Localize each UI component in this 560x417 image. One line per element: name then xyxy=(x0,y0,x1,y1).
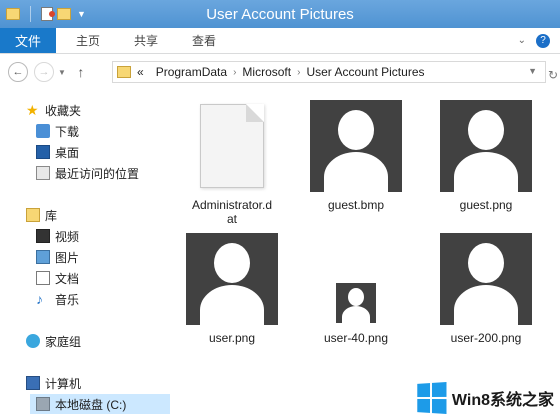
quick-access-toolbar: ▼ xyxy=(0,6,86,22)
drive-icon xyxy=(36,397,50,411)
user-picture-thumbnail xyxy=(440,100,532,192)
help-icon[interactable]: ? xyxy=(536,33,550,48)
divider xyxy=(30,6,31,22)
refresh-icon[interactable]: ↻ xyxy=(548,68,558,82)
nav-recent-places[interactable]: 最近访问的位置 xyxy=(36,163,139,183)
properties-icon[interactable] xyxy=(41,7,55,21)
nav-computer[interactable]: 计算机 xyxy=(26,373,81,393)
nav-label: 视频 xyxy=(55,229,80,244)
nav-label: 最近访问的位置 xyxy=(55,166,140,181)
nav-pictures[interactable]: 图片 xyxy=(36,247,79,267)
file-item-guest-png[interactable]: guest.png xyxy=(436,100,536,212)
breadcrumb-user-account-pictures[interactable]: User Account Pictures xyxy=(306,65,424,79)
tab-view[interactable]: 查看 xyxy=(178,28,230,53)
recent-places-icon xyxy=(36,166,50,180)
file-name: Administrator.d at xyxy=(191,198,273,226)
user-picture-thumbnail xyxy=(336,283,376,323)
nav-label: 家庭组 xyxy=(45,334,82,349)
music-icon: ♪ xyxy=(36,291,43,307)
nav-desktop[interactable]: 桌面 xyxy=(36,142,79,162)
file-item-user-png[interactable]: user.png xyxy=(182,233,282,345)
breadcrumb-microsoft[interactable]: Microsoft xyxy=(242,65,291,79)
document-icon xyxy=(200,104,264,188)
nav-favorites[interactable]: ★ 收藏夹 xyxy=(26,100,81,120)
title-bar: ▼ User Account Pictures xyxy=(0,0,560,28)
pictures-icon xyxy=(36,250,50,264)
nav-music[interactable]: ♪ 音乐 xyxy=(36,289,79,309)
library-icon xyxy=(26,208,40,222)
file-name: user-200.png xyxy=(450,331,522,345)
nav-label: 音乐 xyxy=(55,292,80,307)
nav-label: 文档 xyxy=(55,271,80,286)
address-dropdown-icon[interactable]: ▼ xyxy=(528,66,537,76)
ribbon-tabs: 文件 主页 共享 查看 ⌄ ? xyxy=(0,28,560,54)
folder-icon xyxy=(117,66,131,78)
back-button[interactable]: ← xyxy=(8,62,28,82)
nav-label: 计算机 xyxy=(45,376,82,391)
user-picture-thumbnail xyxy=(440,233,532,325)
file-name: user-40.png xyxy=(323,331,389,345)
user-picture-thumbnail xyxy=(186,233,278,325)
homegroup-icon xyxy=(26,334,40,348)
downloads-icon xyxy=(36,124,50,138)
video-icon xyxy=(36,229,50,243)
folder-icon[interactable] xyxy=(6,8,20,20)
nav-label: 图片 xyxy=(55,250,80,265)
breadcrumb-programdata[interactable]: ProgramData xyxy=(156,65,227,79)
file-item-user-40-png[interactable]: user-40.png xyxy=(306,233,406,345)
nav-local-disk[interactable]: 本地磁盘 (C:) xyxy=(30,394,170,414)
navigation-bar: ← → ▼ ↑ « ProgramData › Microsoft › User… xyxy=(0,54,560,90)
file-list: Administrator.d at guest.bmp guest.png u… xyxy=(170,90,560,417)
nav-label: 桌面 xyxy=(55,145,80,160)
nav-documents[interactable]: 文档 xyxy=(36,268,79,288)
customize-dropdown-icon[interactable]: ▼ xyxy=(77,9,86,19)
address-bar[interactable]: « ProgramData › Microsoft › User Account… xyxy=(112,61,546,83)
watermark: Win8系统之家 xyxy=(416,382,554,414)
file-name: guest.png xyxy=(459,198,513,212)
new-folder-icon[interactable] xyxy=(57,8,71,20)
nav-label: 收藏夹 xyxy=(45,103,82,118)
nav-label: 库 xyxy=(45,208,58,223)
windows-logo-icon xyxy=(417,382,447,414)
tab-home[interactable]: 主页 xyxy=(62,28,114,53)
file-item-administrator-dat[interactable]: Administrator.d at xyxy=(182,100,282,226)
nav-label: 下载 xyxy=(55,124,80,139)
tab-file[interactable]: 文件 xyxy=(0,28,56,53)
up-button[interactable]: ↑ xyxy=(74,64,88,80)
chevron-right-icon[interactable]: › xyxy=(233,67,236,78)
tab-share[interactable]: 共享 xyxy=(120,28,172,53)
file-name: guest.bmp xyxy=(327,198,385,212)
star-icon: ★ xyxy=(26,102,39,118)
recent-locations-dropdown-icon[interactable]: ▼ xyxy=(58,68,66,77)
nav-videos[interactable]: 视频 xyxy=(36,226,79,246)
file-item-user-200-png[interactable]: user-200.png xyxy=(436,233,536,345)
nav-libraries[interactable]: 库 xyxy=(26,205,57,225)
chevron-right-icon[interactable]: › xyxy=(297,67,300,78)
navigation-pane: ★ 收藏夹 下载 桌面 最近访问的位置 库 视频 图片 文档 ♪ 音乐 家庭组 … xyxy=(0,90,170,417)
expand-ribbon-icon[interactable]: ⌄ xyxy=(518,35,526,46)
nav-label: 本地磁盘 (C:) xyxy=(55,397,127,412)
file-name: user.png xyxy=(208,331,256,345)
watermark-text: Win8系统之家 xyxy=(451,392,554,409)
address-overflow[interactable]: « xyxy=(137,65,144,79)
computer-icon xyxy=(26,376,40,390)
nav-homegroup[interactable]: 家庭组 xyxy=(26,331,81,351)
forward-button[interactable]: → xyxy=(34,62,54,82)
nav-downloads[interactable]: 下载 xyxy=(36,121,79,141)
desktop-icon xyxy=(36,145,50,159)
file-item-guest-bmp[interactable]: guest.bmp xyxy=(306,100,406,212)
user-picture-thumbnail xyxy=(310,100,402,192)
documents-icon xyxy=(36,271,50,285)
